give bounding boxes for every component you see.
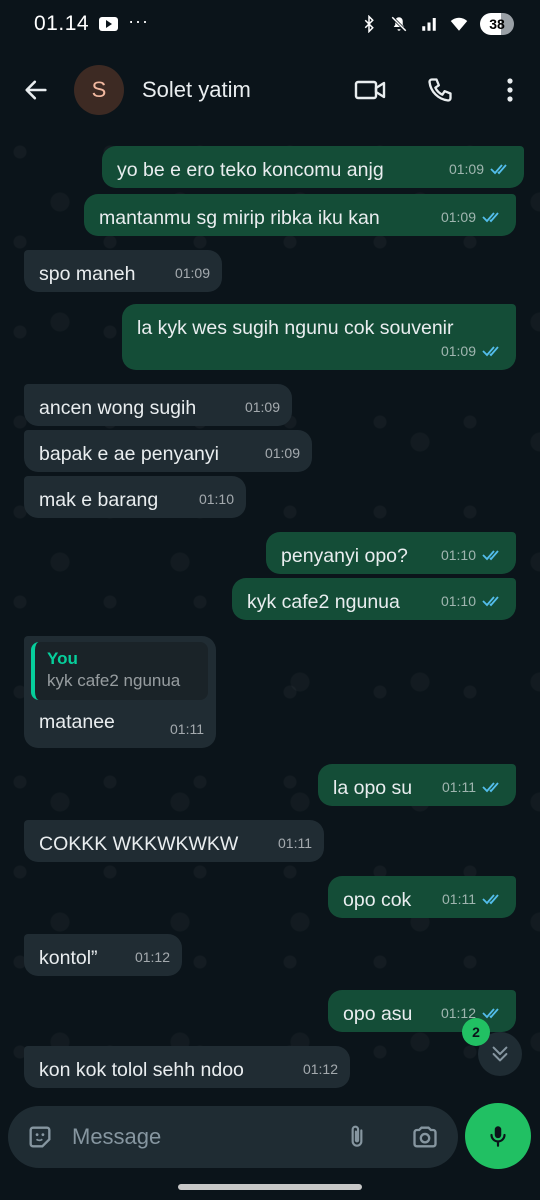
message-time: 01:10 xyxy=(440,593,476,609)
message-text: opo cok xyxy=(343,889,412,911)
message-text: bapak e ae penyanyi xyxy=(39,443,219,465)
message-outgoing[interactable]: kyk cafe2 ngunua 01:10 xyxy=(232,578,516,620)
read-ticks-icon xyxy=(482,212,499,223)
message-text: opo asu xyxy=(343,1003,413,1025)
read-ticks-icon xyxy=(490,164,507,175)
more-options-button[interactable] xyxy=(494,74,526,106)
read-ticks-icon xyxy=(482,894,499,905)
read-ticks-icon xyxy=(482,782,499,793)
message-time: 01:12 xyxy=(134,949,170,965)
gesture-nav-handle[interactable] xyxy=(178,1184,362,1190)
mute-icon xyxy=(391,16,407,32)
back-arrow-icon xyxy=(25,80,47,100)
message-time: 01:09 xyxy=(264,445,300,461)
message-time: 01:11 xyxy=(278,835,312,851)
wifi-icon xyxy=(450,17,468,31)
message-outgoing[interactable]: penyanyi opo? 01:10 xyxy=(266,532,516,574)
message-text: COKKK WKKWKWKW xyxy=(39,833,239,855)
message-text: mak e barang xyxy=(39,489,159,511)
quote-text: kyk cafe2 ngunua xyxy=(47,671,181,690)
status-bar: 01.14 ··· 38 xyxy=(0,0,540,48)
message-time: 01:10 xyxy=(440,547,476,563)
message-incoming[interactable]: kontol” 01:12 xyxy=(24,934,182,976)
read-ticks-icon xyxy=(482,596,499,607)
message-time: 01:09 xyxy=(244,399,280,415)
bluetooth-icon xyxy=(364,15,374,33)
message-text: matanee xyxy=(39,711,115,733)
quote-author: You xyxy=(47,649,78,668)
more-notifications-icon: ··· xyxy=(128,10,150,31)
message-incoming-reply[interactable]: You kyk cafe2 ngunua matanee 01:11 xyxy=(24,636,216,748)
message-time: 01:09 xyxy=(440,209,476,225)
message-time: 01:09 xyxy=(174,265,210,281)
double-chevron-down-icon xyxy=(492,1046,508,1062)
paperclip-icon xyxy=(351,1125,363,1147)
message-incoming[interactable]: ancen wong sugih 01:09 xyxy=(24,384,292,426)
signal-icon xyxy=(422,18,436,31)
attach-button[interactable] xyxy=(340,1120,374,1154)
message-text: kyk cafe2 ngunua xyxy=(247,591,400,613)
message-outgoing[interactable]: la kyk wes sugih ngunu cok souvenir 01:0… xyxy=(122,304,516,370)
contact-name[interactable]: Solet yatim xyxy=(142,77,251,103)
voice-call-button[interactable] xyxy=(424,74,456,106)
camera-icon xyxy=(413,1126,437,1148)
camera-button[interactable] xyxy=(408,1120,442,1154)
message-outgoing[interactable]: la opo su 01:11 xyxy=(318,764,516,806)
message-incoming[interactable]: bapak e ae penyanyi 01:09 xyxy=(24,430,312,472)
more-options-icon xyxy=(507,78,513,102)
status-time: 01.14 xyxy=(34,12,90,35)
message-incoming[interactable]: mak e barang 01:10 xyxy=(24,476,246,518)
read-ticks-icon xyxy=(482,1008,499,1019)
message-incoming[interactable]: spo maneh 01:09 xyxy=(24,250,222,292)
message-text: la opo su xyxy=(333,777,413,799)
read-ticks-icon xyxy=(482,550,499,561)
read-ticks-icon xyxy=(482,346,499,357)
message-text: mantanmu sg mirip ribka iku kan xyxy=(99,207,380,229)
message-outgoing[interactable]: opo cok 01:11 xyxy=(328,876,516,918)
message-text: kontol” xyxy=(39,947,98,969)
message-time: 01:09 xyxy=(440,343,476,359)
message-composer xyxy=(8,1106,458,1168)
video-call-icon xyxy=(354,80,386,100)
message-incoming[interactable]: kon kok tolol sehh ndoo 01:12 xyxy=(24,1046,350,1088)
message-input[interactable] xyxy=(72,1124,322,1150)
quoted-message[interactable]: You kyk cafe2 ngunua xyxy=(31,642,208,700)
message-incoming[interactable]: COKKK WKKWKWKW 01:11 xyxy=(24,820,324,862)
video-call-button[interactable] xyxy=(354,74,386,106)
message-text: spo maneh xyxy=(39,263,136,285)
message-outgoing[interactable]: mantanmu sg mirip ribka iku kan 01:09 xyxy=(84,194,516,236)
unread-count-badge: 2 xyxy=(462,1018,490,1046)
voice-message-button[interactable] xyxy=(465,1103,531,1169)
message-text: la kyk wes sugih ngunu cok souvenir xyxy=(137,317,454,339)
chat-header: S Solet yatim xyxy=(0,48,540,132)
message-time: 01:11 xyxy=(442,891,476,907)
message-time: 01:10 xyxy=(198,491,234,507)
voice-call-icon xyxy=(428,78,452,102)
message-text: penyanyi opo? xyxy=(281,545,408,567)
message-text: yo be e ero teko koncomu anjg xyxy=(117,159,384,181)
message-text: ancen wong sugih xyxy=(39,397,197,419)
battery-indicator: 38 xyxy=(480,13,514,35)
back-button[interactable] xyxy=(18,72,54,108)
message-time: 01:12 xyxy=(302,1061,338,1077)
message-time: 01:11 xyxy=(442,779,476,795)
sticker-icon xyxy=(29,1126,51,1148)
sticker-button[interactable] xyxy=(24,1121,56,1153)
microphone-icon xyxy=(490,1126,506,1147)
youtube-icon xyxy=(99,17,119,31)
avatar[interactable]: S xyxy=(74,65,124,115)
message-outgoing[interactable]: yo be e ero teko koncomu anjg 01:09 xyxy=(102,146,524,188)
message-time: 01:09 xyxy=(448,161,484,177)
message-text: kon kok tolol sehh ndoo xyxy=(39,1059,244,1081)
message-list[interactable]: yo be e ero teko koncomu anjg 01:09 mant… xyxy=(0,132,540,1100)
message-time: 01:11 xyxy=(170,721,204,737)
